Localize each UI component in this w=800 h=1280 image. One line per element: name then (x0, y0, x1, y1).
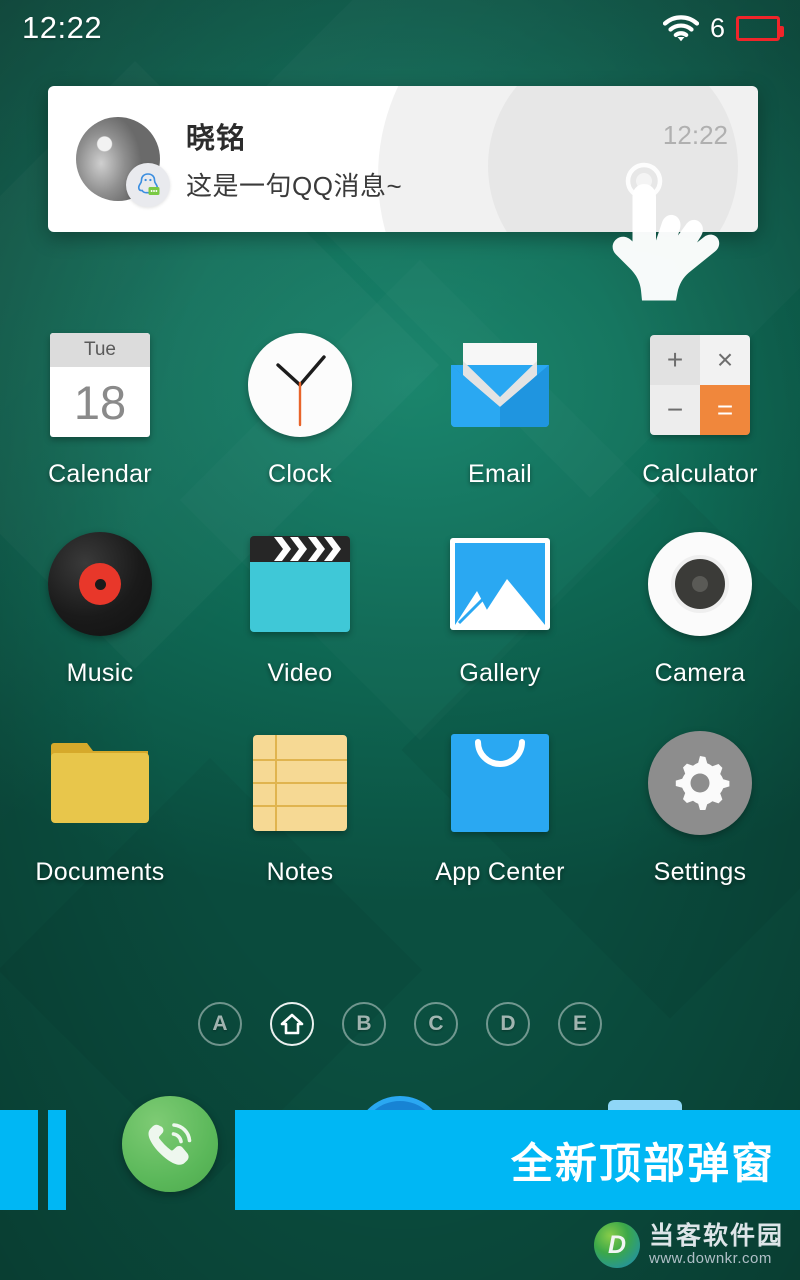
notification-time: 12:22 (662, 120, 728, 150)
app-icon-documents[interactable]: Documents (0, 728, 200, 887)
promo-text: 全新顶部弹窗 (510, 1139, 775, 1187)
app-label: Clock (267, 460, 332, 488)
app-label: Documents (35, 858, 165, 886)
calendar-day: 18 (73, 375, 127, 429)
app-icon-app-center[interactable]: App Center (400, 728, 600, 887)
app-label: App Center (435, 858, 565, 886)
app-icon-clock[interactable]: Clock (200, 330, 400, 489)
notepad-icon (245, 728, 355, 838)
calc-key-equals: = (700, 385, 750, 435)
gear-icon (645, 728, 755, 838)
app-label: Settings (653, 858, 747, 886)
page-dot-e[interactable]: E (558, 1002, 602, 1046)
clapperboard-icon (245, 529, 355, 639)
app-grid: Tue 18 Calendar Clock Email + × − = Calc… (0, 330, 800, 887)
wifi-icon (662, 14, 699, 41)
app-label: Music (66, 659, 134, 687)
page-indicator: A B C D E (0, 1002, 800, 1046)
vinyl-record-icon (45, 529, 155, 639)
battery-empty-icon (736, 15, 784, 41)
home-icon (280, 1013, 304, 1035)
page-dot-d[interactable]: D (486, 1002, 530, 1046)
photo-mountain-icon (445, 529, 555, 639)
app-label: Gallery (459, 659, 541, 687)
notification-text: 晓铭 这是一句QQ消息~ (186, 115, 402, 203)
promo-accent-bar-wide (0, 1110, 38, 1210)
page-dot-a[interactable]: A (198, 1002, 242, 1046)
app-label: Calendar (48, 460, 152, 488)
calc-key-multiply: × (700, 335, 750, 385)
app-label: Email (467, 460, 532, 488)
calendar-icon: Tue 18 (45, 330, 155, 440)
app-label: Calculator (642, 460, 758, 488)
phone-dialer-icon[interactable] (122, 1096, 218, 1192)
clock-icon (245, 330, 355, 440)
app-icon-notes[interactable]: Notes (200, 728, 400, 887)
app-icon-calculator[interactable]: + × − = Calculator (600, 330, 800, 489)
app-icon-camera[interactable]: Camera (600, 529, 800, 688)
app-label: Video (267, 659, 333, 687)
app-icon-settings[interactable]: Settings (600, 728, 800, 887)
calc-key-minus: − (650, 385, 700, 435)
app-icon-music[interactable]: Music (0, 529, 200, 688)
watermark-logo-icon: D (593, 1222, 640, 1268)
folder-icon (45, 728, 155, 838)
qq-penguin-icon (126, 163, 170, 207)
page-dot-c[interactable]: C (414, 1002, 458, 1046)
avatar (76, 117, 170, 207)
status-icons: 6 (662, 12, 784, 44)
app-icon-video[interactable]: Video (200, 529, 400, 688)
app-icon-calendar[interactable]: Tue 18 Calendar (0, 330, 200, 489)
status-signal-number: 6 (709, 12, 725, 43)
page-dot-home[interactable] (270, 1002, 314, 1046)
app-icon-gallery[interactable]: Gallery (400, 529, 600, 688)
page-dot-b[interactable]: B (342, 1002, 386, 1046)
promo-accent-bar-narrow (48, 1110, 66, 1210)
watermark-url: www.downkr.com (648, 1249, 772, 1267)
calc-key-plus: + (650, 335, 700, 385)
app-label: Camera (654, 659, 746, 687)
camera-lens-icon (645, 529, 755, 639)
status-clock: 12:22 (22, 10, 103, 45)
calculator-icon: + × − = (645, 330, 755, 440)
promo-banner: 全新顶部弹窗 (235, 1110, 800, 1210)
app-icon-email[interactable]: Email (400, 330, 600, 489)
notification-card[interactable]: 晓铭 这是一句QQ消息~ 12:22 (48, 86, 758, 232)
notification-sender: 晓铭 (186, 123, 247, 155)
shopping-bag-icon (445, 728, 555, 838)
notification-message: 这是一句QQ消息~ (186, 171, 403, 201)
watermark-name: 当客软件园 (648, 1222, 784, 1250)
status-bar: 12:22 6 (0, 0, 800, 56)
app-label: Notes (266, 858, 334, 886)
watermark: D 当客软件园 www.downkr.com (593, 1222, 784, 1268)
calendar-weekday: Tue (50, 333, 150, 367)
email-envelope-icon (445, 330, 555, 440)
ripple-highlight-inner (488, 86, 738, 232)
